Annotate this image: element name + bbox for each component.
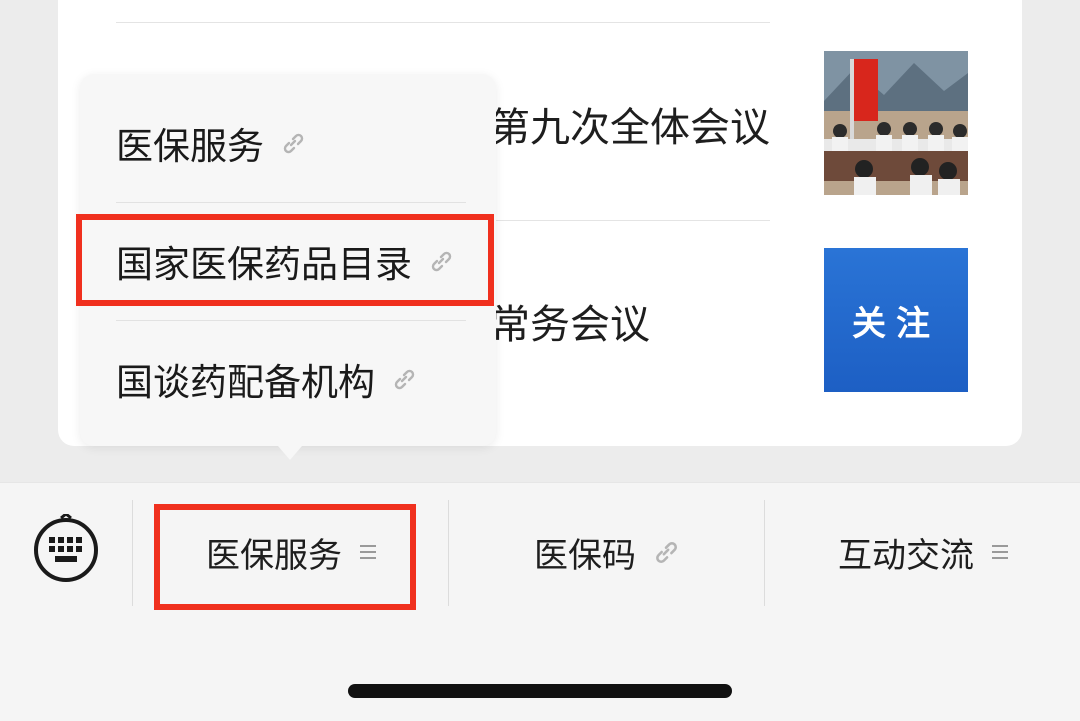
popup-item-drug-catalog[interactable]: 国家医保药品目录 (80, 202, 496, 320)
list-divider (116, 22, 770, 23)
tab-divider (448, 500, 449, 606)
popup-item-drug-institutions[interactable]: 国谈药配备机构 (80, 320, 496, 438)
tab-divider (132, 500, 133, 606)
menu-icon (992, 545, 1008, 559)
tab-label: 互动交流 (838, 535, 974, 576)
popup-item-label: 国谈药配备机构 (116, 361, 375, 404)
link-icon (280, 130, 306, 156)
popup-item-medical-service[interactable]: 医保服务 (80, 84, 496, 202)
link-icon (428, 248, 454, 274)
popup-pointer (278, 446, 302, 460)
article-thumbnail[interactable]: 关注 (824, 248, 968, 392)
link-icon (652, 538, 680, 566)
article-thumbnail[interactable] (824, 51, 968, 195)
popup-item-label: 医保服务 (116, 125, 264, 168)
article-title[interactable]: 常务会议 (490, 301, 650, 349)
meeting-photo-image (824, 51, 968, 195)
popup-item-label: 国家医保药品目录 (116, 243, 412, 286)
popup-menu: 医保服务 国家医保药品目录 国谈药配备机构 (80, 74, 496, 446)
home-indicator[interactable] (348, 684, 732, 698)
keyboard-toggle-button[interactable] (30, 512, 102, 586)
tab-label: 医保服务 (206, 535, 342, 576)
thumbnail-label: 关注 (852, 303, 940, 344)
tab-medical-service[interactable]: 医保服务 (134, 498, 448, 606)
tab-label: 医保码 (534, 535, 636, 576)
keyboard-icon (34, 512, 98, 582)
tab-divider (764, 500, 765, 606)
link-icon (391, 366, 417, 392)
tab-interaction[interactable]: 互动交流 (766, 498, 1080, 606)
menu-icon (360, 545, 376, 559)
tab-medical-code[interactable]: 医保码 (450, 498, 764, 606)
article-title[interactable]: 第九次全体会议 (490, 104, 770, 152)
